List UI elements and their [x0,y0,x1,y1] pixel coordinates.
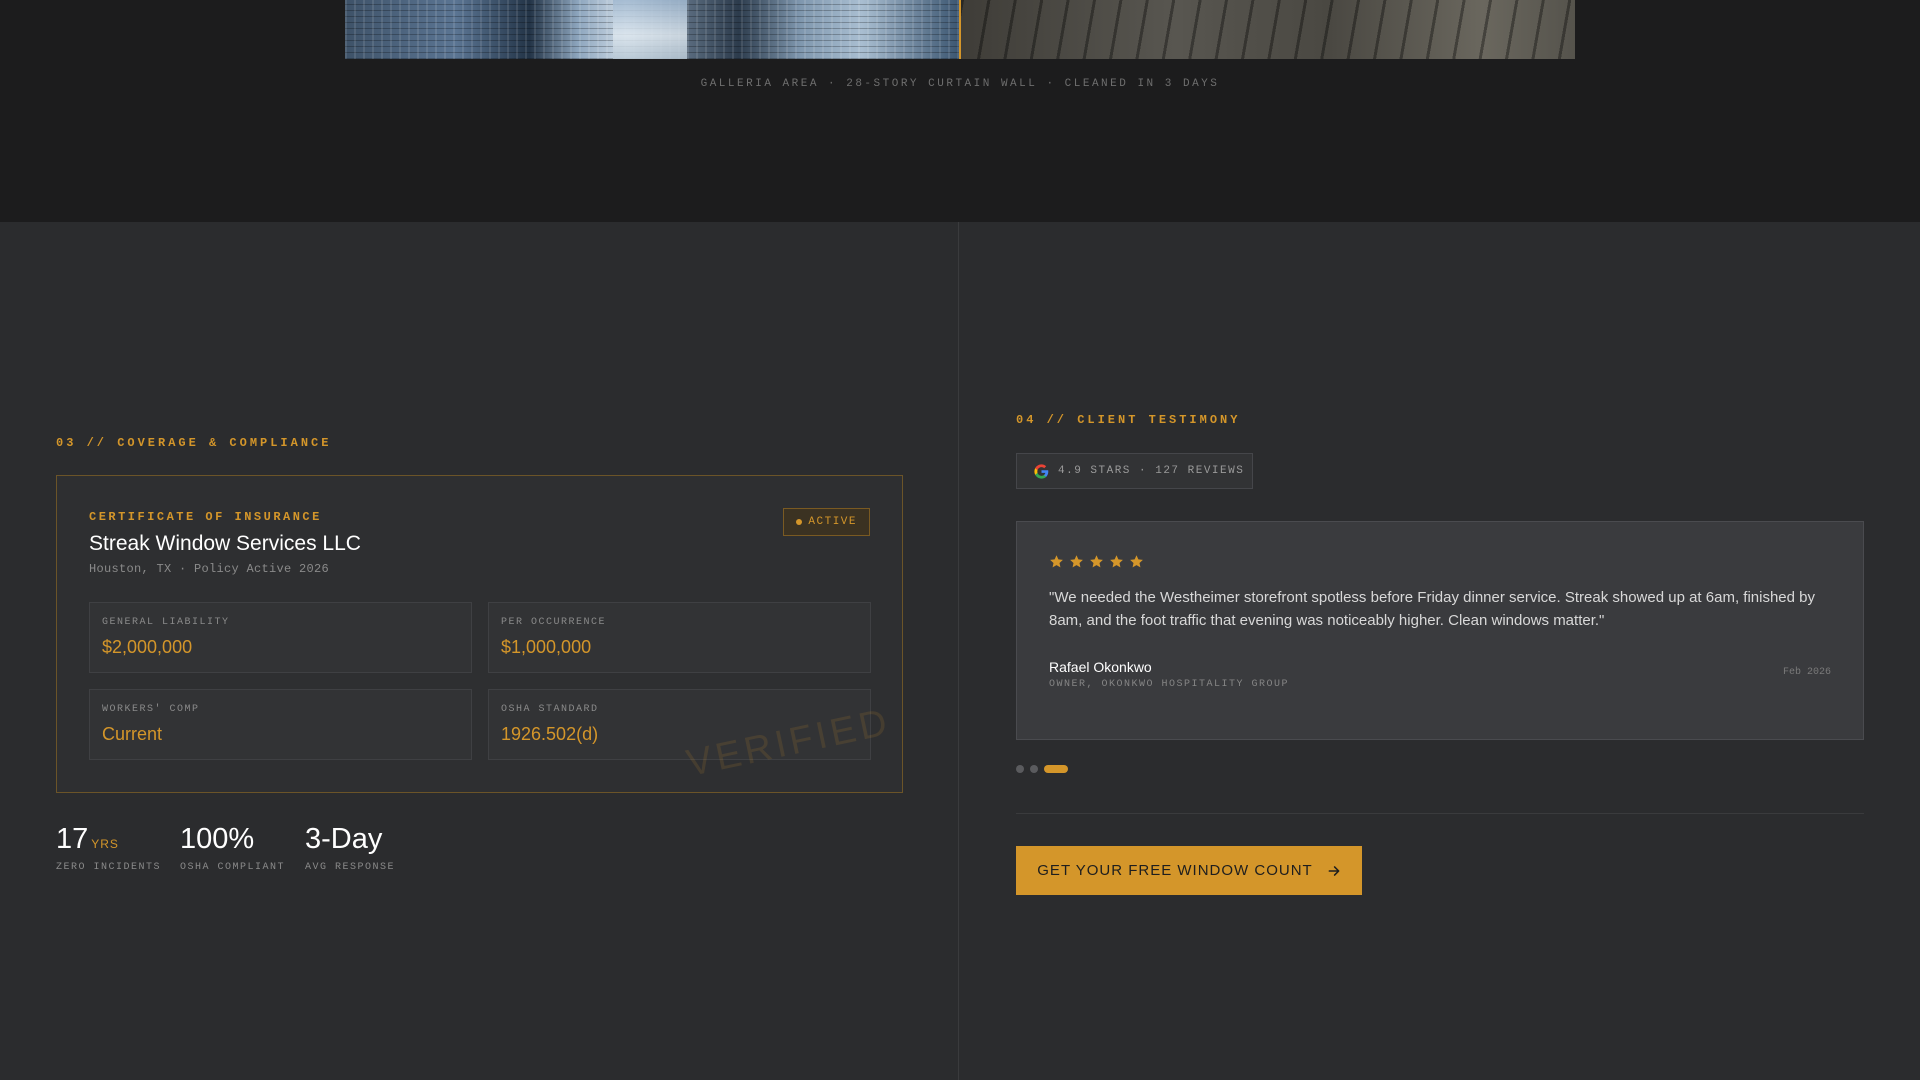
metric-value: 100% [180,823,255,855]
star-icon [1070,555,1083,568]
section-divider [958,222,959,1080]
coverage-item-workers-comp: WORKERS' COMP Current [89,689,472,760]
metric-response: 3-Day AVG RESPONSE [305,823,395,873]
testimonial-card: "We needed the Westheimer storefront spo… [1016,521,1864,740]
metric-unit: YRS [91,837,119,851]
carousel-dot-2[interactable] [1030,765,1038,773]
metric-caption: ZERO INCIDENTS [56,862,162,873]
coverage-item-label: OSHA STANDARD [501,704,599,715]
coverage-item-label: WORKERS' COMP [102,704,200,715]
metric-value: 17 [56,823,89,855]
star-icon [1130,555,1143,568]
metric-value: 3-Day [305,823,383,855]
rating-text: 4.9 STARS · 127 REVIEWS [1058,465,1245,477]
cta-divider [1016,813,1864,814]
star-rating [1049,554,1144,569]
status-dot-icon [796,519,803,525]
arrow-right-icon [1328,865,1340,876]
certificate-eyebrow: CERTIFICATE OF INSURANCE [89,510,322,524]
coverage-item-value: $1,000,000 [501,637,592,657]
certificate-card: CERTIFICATE OF INSURANCE Streak Window S… [56,475,903,793]
project-photo-strip [345,0,1575,59]
free-window-count-button[interactable]: GET YOUR FREE WINDOW COUNT [1016,846,1362,895]
testimonial-date: Feb 2026 [1782,667,1831,678]
testimonial-author-role: OWNER, OKONKWO HOSPITALITY GROUP [1049,679,1290,690]
coverage-item-label: GENERAL LIABILITY [102,617,230,628]
google-rating-chip[interactable]: 4.9 STARS · 127 REVIEWS [1016,453,1253,489]
testimony-eyebrow: 04 // CLIENT TESTIMONY [1016,413,1241,427]
company-location: Houston, TX · Policy Active 2026 [89,562,330,576]
coverage-eyebrow: 03 // COVERAGE & COMPLIANCE [56,436,332,450]
coverage-item-general-liability: GENERAL LIABILITY $2,000,000 [89,602,472,673]
coverage-item-value: 1926.502(d) [501,724,599,744]
metric-years: 17 YRS ZERO INCIDENTS [56,823,161,873]
status-badge-label: ACTIVE [808,516,857,528]
star-icon [1110,555,1123,568]
carousel-dot-1[interactable] [1016,765,1024,773]
metric-osha: 100% OSHA COMPLIANT [180,823,285,873]
testimonial-author: Rafael Okonkwo [1049,659,1152,675]
star-icon [1050,555,1063,568]
project-caption: GALLERIA AREA · 28-STORY CURTAIN WALL · … [700,78,1220,90]
metric-caption: AVG RESPONSE [305,862,396,873]
carousel-dots [1016,765,1068,773]
coverage-item-per-occurrence: PER OCCURRENCE $1,000,000 [488,602,871,673]
coverage-item-label: PER OCCURRENCE [501,617,607,628]
carousel-dot-3-active[interactable] [1044,765,1068,773]
testimonial-quote: "We needed the Westheimer storefront spo… [1049,589,1815,629]
cta-label: GET YOUR FREE WINDOW COUNT [1037,862,1313,879]
company-name: Streak Window Services LLC [89,532,361,555]
google-icon [1034,463,1049,479]
top-band: GALLERIA AREA · 28-STORY CURTAIN WALL · … [0,0,1920,222]
coverage-item-value: Current [102,724,163,744]
after-photo [961,0,1575,59]
before-photo [345,0,960,59]
metric-caption: OSHA COMPLIANT [180,862,286,873]
status-badge: ACTIVE [783,508,870,536]
coverage-item-value: $2,000,000 [102,637,193,657]
star-icon [1090,555,1103,568]
